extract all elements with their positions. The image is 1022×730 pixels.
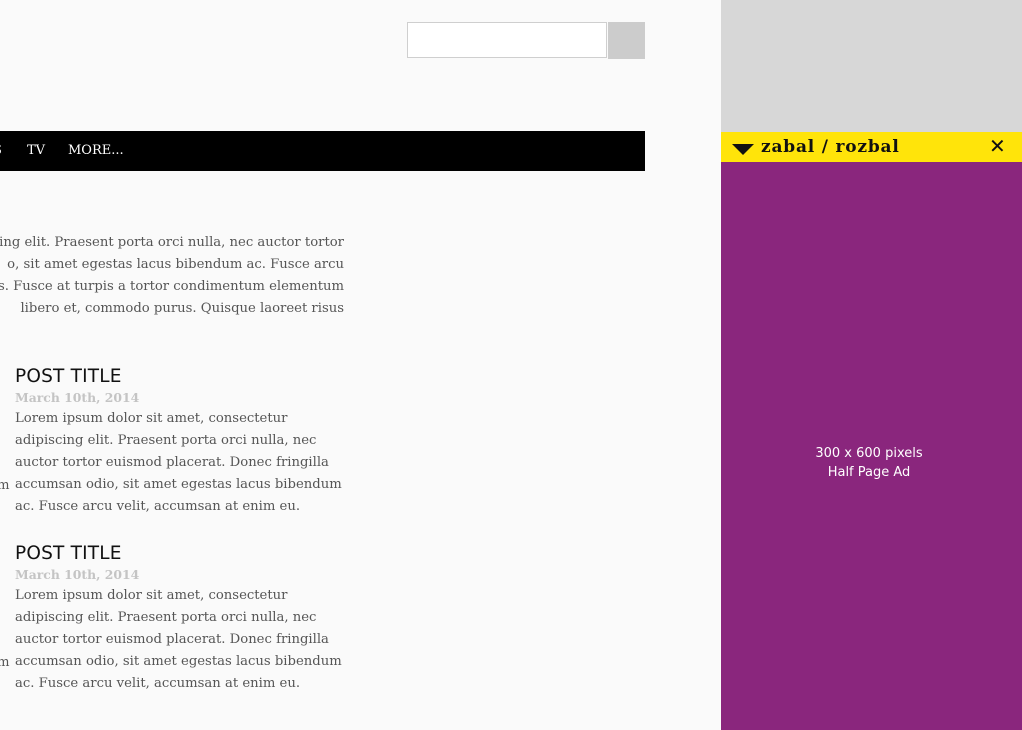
nav-item-more[interactable]: MORE...: [68, 143, 124, 159]
intro-paragraph: cing elit. Praesent porta orci nulla, ne…: [0, 232, 344, 320]
nav-item-tv[interactable]: TV: [27, 143, 45, 159]
post-excerpt-line: adipiscing elit. Praesent porta orci nul…: [15, 610, 317, 625]
post-excerpt-line: adipiscing elit. Praesent porta orci nul…: [15, 433, 317, 448]
intro-line: o, sit amet egestas lacus bibendum ac. F…: [7, 257, 344, 272]
half-page-ad[interactable]: 300 x 600 pixels Half Page Ad: [721, 162, 1022, 730]
post-excerpt: Lorem ipsum dolor sit amet, consectetur …: [15, 408, 355, 518]
post-date: March 10th, 2014: [15, 567, 140, 582]
post-excerpt-line: ac. Fusce arcu velit, accumsan at enim e…: [15, 499, 301, 514]
post-excerpt-line: ac. Fusce arcu velit, accumsan at enim e…: [15, 676, 301, 691]
post-item: POST TITLE March 10th, 2014 Lorem ipsum …: [15, 542, 355, 695]
post-excerpt-line: auctor tortor euismod placerat. Donec fr…: [15, 632, 329, 647]
ad-size-text: 300 x 600 pixels: [815, 446, 923, 461]
partial-text: m: [0, 655, 10, 670]
ad-toggle-label[interactable]: zabal / rozbal: [761, 136, 900, 158]
post-excerpt-line: accumsan odio, sit amet egestas lacus bi…: [15, 654, 342, 669]
triangle-down-icon[interactable]: [732, 144, 754, 155]
post-title[interactable]: POST TITLE: [15, 542, 355, 566]
post-excerpt-line: accumsan odio, sit amet egestas lacus bi…: [15, 477, 342, 492]
post-date: March 10th, 2014: [15, 390, 140, 405]
post-excerpt-line: auctor tortor euismod placerat. Donec fr…: [15, 455, 329, 470]
post-item: POST TITLE March 10th, 2014 Lorem ipsum …: [15, 365, 355, 518]
ad-type-text: Half Page Ad: [827, 465, 911, 480]
ad-toggle-bar[interactable]: zabal / rozbal ✕: [721, 132, 1022, 162]
main-nav-bar: S TV MORE...: [0, 131, 645, 171]
post-title[interactable]: POST TITLE: [15, 365, 355, 389]
intro-line: libero et, commodo purus. Quisque laoree…: [20, 301, 344, 316]
search-button[interactable]: [608, 22, 645, 59]
post-excerpt-line: Lorem ipsum dolor sit amet, consectetur: [15, 411, 288, 426]
post-excerpt-line: Lorem ipsum dolor sit amet, consectetur: [15, 588, 288, 603]
post-excerpt: Lorem ipsum dolor sit amet, consectetur …: [15, 585, 355, 695]
intro-line: cing elit. Praesent porta orci nulla, ne…: [0, 235, 344, 250]
close-icon[interactable]: ✕: [989, 134, 1006, 158]
ad-label: 300 x 600 pixels Half Page Ad: [721, 444, 1017, 482]
partial-text: m: [0, 478, 10, 493]
nav-item-partial[interactable]: S: [0, 143, 2, 159]
intro-line: s. Fusce at turpis a tortor condimentum …: [0, 279, 344, 294]
ad-top-placeholder: [721, 0, 1022, 132]
search-input[interactable]: [407, 22, 607, 58]
